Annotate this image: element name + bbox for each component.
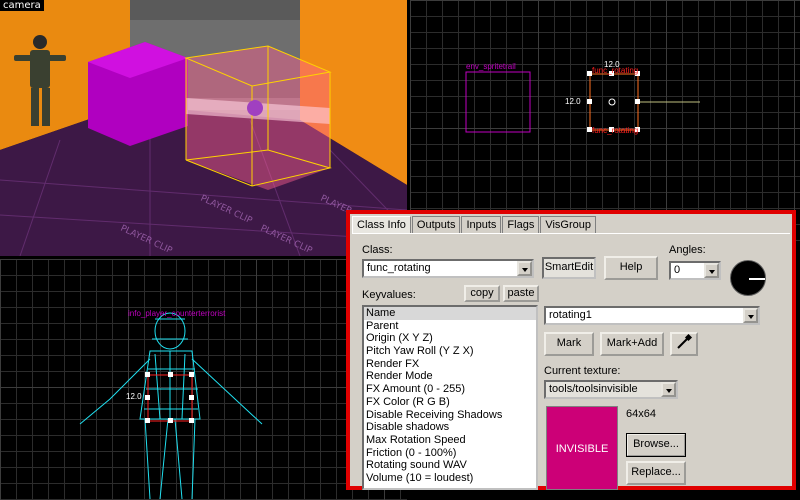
texture-preview: INVISIBLE [546,406,618,490]
eyedropper-button[interactable] [670,332,698,356]
chevron-down-icon[interactable] [517,261,532,276]
texture-dropdown[interactable]: tools/toolsinvisible [544,380,678,399]
smartedit-toggle[interactable]: SmartEdit [542,257,596,279]
dimension-depth-label: 12.0 [565,97,581,106]
angles-value: 0 [674,264,681,276]
dimension-width-label: 12.0 [604,60,620,69]
paste-button[interactable]: paste [503,285,539,302]
texture-size-label: 64x64 [626,408,656,420]
keyvalues-label: Keyvalues: [362,289,416,301]
texture-value: tools/toolsinvisible [549,383,638,395]
help-button[interactable]: Help [604,256,658,280]
compass-needle-icon [749,278,765,280]
browse-button[interactable]: Browse... [626,433,686,457]
class-info-panel: Class: func_rotating SmartEdit Help Angl… [352,233,790,490]
camera-viewport-label: camera [0,0,44,11]
tab-flags[interactable]: Flags [502,216,540,234]
angles-compass[interactable] [730,260,766,296]
tab-class-info[interactable]: Class Info [352,216,411,234]
info-player-label: info_player_counterterrorist [128,309,226,318]
list-item[interactable]: Friction (0 - 100%) [364,447,536,460]
keyvalue-value: rotating1 [549,309,592,321]
list-item[interactable]: Render Mode [364,370,536,383]
list-item[interactable]: Disable shadows [364,421,536,434]
eyedropper-icon [677,333,693,349]
keyvalues-list[interactable]: Name Parent Origin (X Y Z) Pitch Yaw Rol… [362,305,538,490]
list-item[interactable]: Origin (X Y Z) [364,332,536,345]
current-texture-label: Current texture: [544,365,621,377]
angles-label: Angles: [669,244,706,256]
list-item[interactable]: Volume (10 = loudest) [364,472,536,485]
class-dropdown[interactable]: func_rotating [362,259,534,278]
list-item[interactable]: FX Amount (0 - 255) [364,383,536,396]
angles-dropdown[interactable]: 0 [669,261,721,280]
chevron-down-icon[interactable] [743,308,758,323]
list-item[interactable]: Rotating sound WAV [364,459,536,472]
list-item[interactable]: Parent [364,320,536,333]
class-value: func_rotating [367,262,431,274]
func-rotating-bottom-label: func_rotating [592,126,639,135]
tab-outputs[interactable]: Outputs [411,216,461,234]
object-properties-dialog: Class Info Outputs Inputs Flags VisGroup… [346,210,796,490]
list-item[interactable]: Render FX [364,358,536,371]
chevron-down-icon[interactable] [704,263,719,278]
list-item[interactable]: Pitch Yaw Roll (Y Z X) [364,345,536,358]
list-item[interactable]: Disable Receiving Shadows [364,409,536,422]
tab-inputs[interactable]: Inputs [461,216,502,234]
dialog-tabs: Class Info Outputs Inputs Flags VisGroup [352,216,597,234]
mark-add-button[interactable]: Mark+Add [600,332,664,356]
side-dimension-label: 12.0 [126,392,142,401]
copy-button[interactable]: copy [464,285,500,302]
tab-visgroup[interactable]: VisGroup [540,216,596,234]
keyvalue-value-field[interactable]: rotating1 [544,306,760,325]
mark-button[interactable]: Mark [544,332,594,356]
list-item[interactable]: Max Rotation Speed [364,434,536,447]
chevron-down-icon[interactable] [661,382,676,397]
class-label: Class: [362,244,393,256]
list-item[interactable]: FX Color (R G B) [364,396,536,409]
env-spritetrail-label: env_spritetrail [466,62,516,71]
replace-button[interactable]: Replace... [626,461,686,485]
list-item[interactable]: Name [364,307,536,320]
